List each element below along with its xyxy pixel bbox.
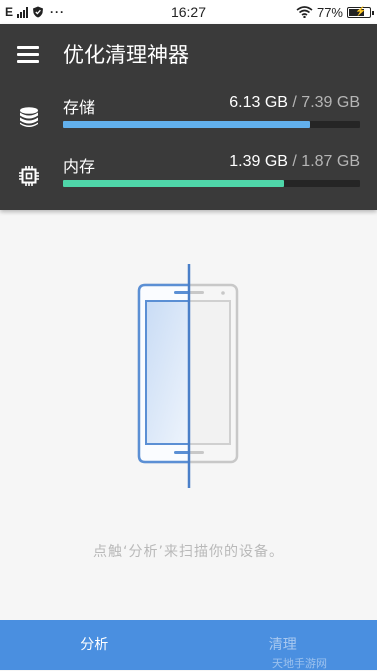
database-icon xyxy=(18,106,40,128)
storage-total: 7.39 GB xyxy=(301,94,360,111)
storage-usage: 6.13 GB / 7.39 GB xyxy=(229,94,360,112)
phone-scan-icon xyxy=(127,262,251,490)
tab-analyze[interactable]: 分析 xyxy=(0,620,189,670)
storage-separator: / xyxy=(288,94,301,111)
status-right: 77% ⚡ xyxy=(296,4,371,20)
app-header: 优化清理神器 存储 6.13 GB / 7.39 GB 内存 1.39 GB /… xyxy=(0,24,377,210)
storage-label: 存储 xyxy=(63,94,95,118)
battery-icon: ⚡ xyxy=(347,7,371,18)
watermark: 天地手游网 xyxy=(272,655,327,671)
memory-separator: / xyxy=(288,153,301,170)
memory-used: 1.39 GB xyxy=(229,153,288,170)
memory-label: 内存 xyxy=(63,153,95,177)
charging-bolt-icon: ⚡ xyxy=(355,6,366,17)
chip-icon xyxy=(18,165,40,187)
storage-used: 6.13 GB xyxy=(229,94,288,111)
storage-progress-track xyxy=(63,121,360,128)
status-bar: E ··· 16:27 77% ⚡ xyxy=(0,0,377,24)
menu-icon-line xyxy=(17,60,39,63)
wifi-icon xyxy=(296,6,313,18)
memory-total: 1.87 GB xyxy=(301,153,360,170)
storage-row: 存储 6.13 GB / 7.39 GB xyxy=(0,94,377,134)
memory-progress-track xyxy=(63,180,360,187)
scan-hint-text: 点触‘分析’来扫描你的设备。 xyxy=(0,541,377,561)
menu-icon xyxy=(17,46,39,49)
menu-icon-line xyxy=(17,53,39,56)
battery-percent: 77% xyxy=(317,5,343,20)
memory-progress-fill xyxy=(63,180,284,187)
memory-row: 内存 1.39 GB / 1.87 GB xyxy=(0,153,377,193)
menu-button[interactable] xyxy=(17,45,41,63)
storage-progress-fill xyxy=(63,121,310,128)
memory-usage: 1.39 GB / 1.87 GB xyxy=(229,153,360,171)
page-title: 优化清理神器 xyxy=(63,39,189,69)
